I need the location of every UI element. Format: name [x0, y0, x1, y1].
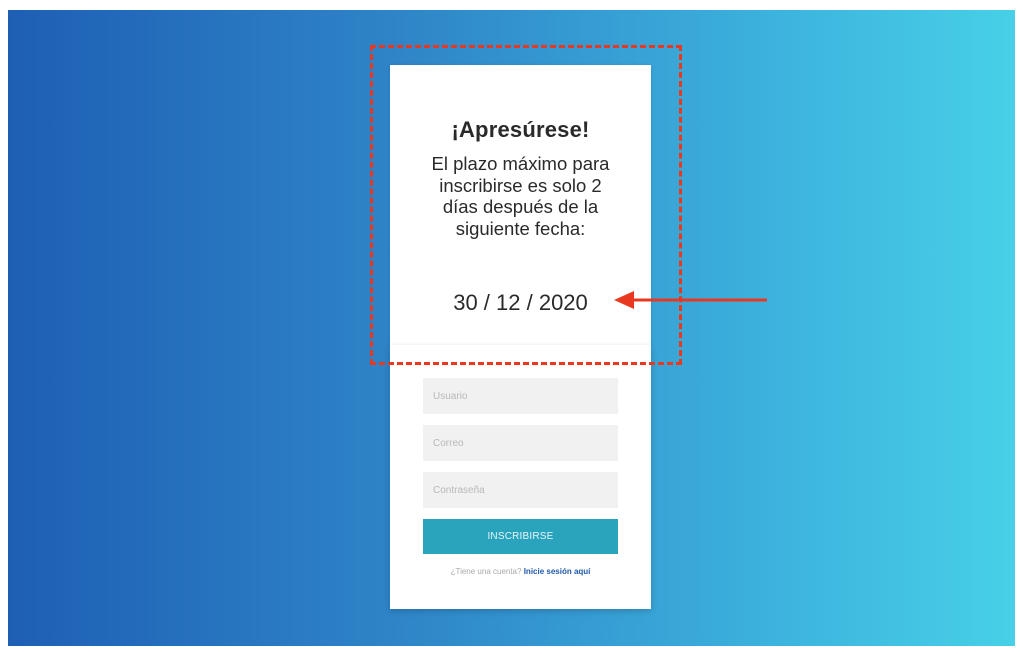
signup-form: INSCRIBIRSE ¿Tiene una cuenta? Inicie se… [390, 345, 651, 609]
email-input[interactable] [423, 425, 618, 461]
highlight-dashed-box [370, 45, 682, 365]
login-prompt-text: ¿Tiene una cuenta? [450, 567, 522, 576]
login-prompt-line: ¿Tiene una cuenta? Inicie sesión aquí [390, 567, 651, 576]
arrow-left-icon [614, 291, 767, 309]
password-input[interactable] [423, 472, 618, 508]
signup-button[interactable]: INSCRIBIRSE [423, 519, 618, 554]
username-input[interactable] [423, 378, 618, 414]
login-link[interactable]: Inicie sesión aquí [524, 567, 591, 576]
